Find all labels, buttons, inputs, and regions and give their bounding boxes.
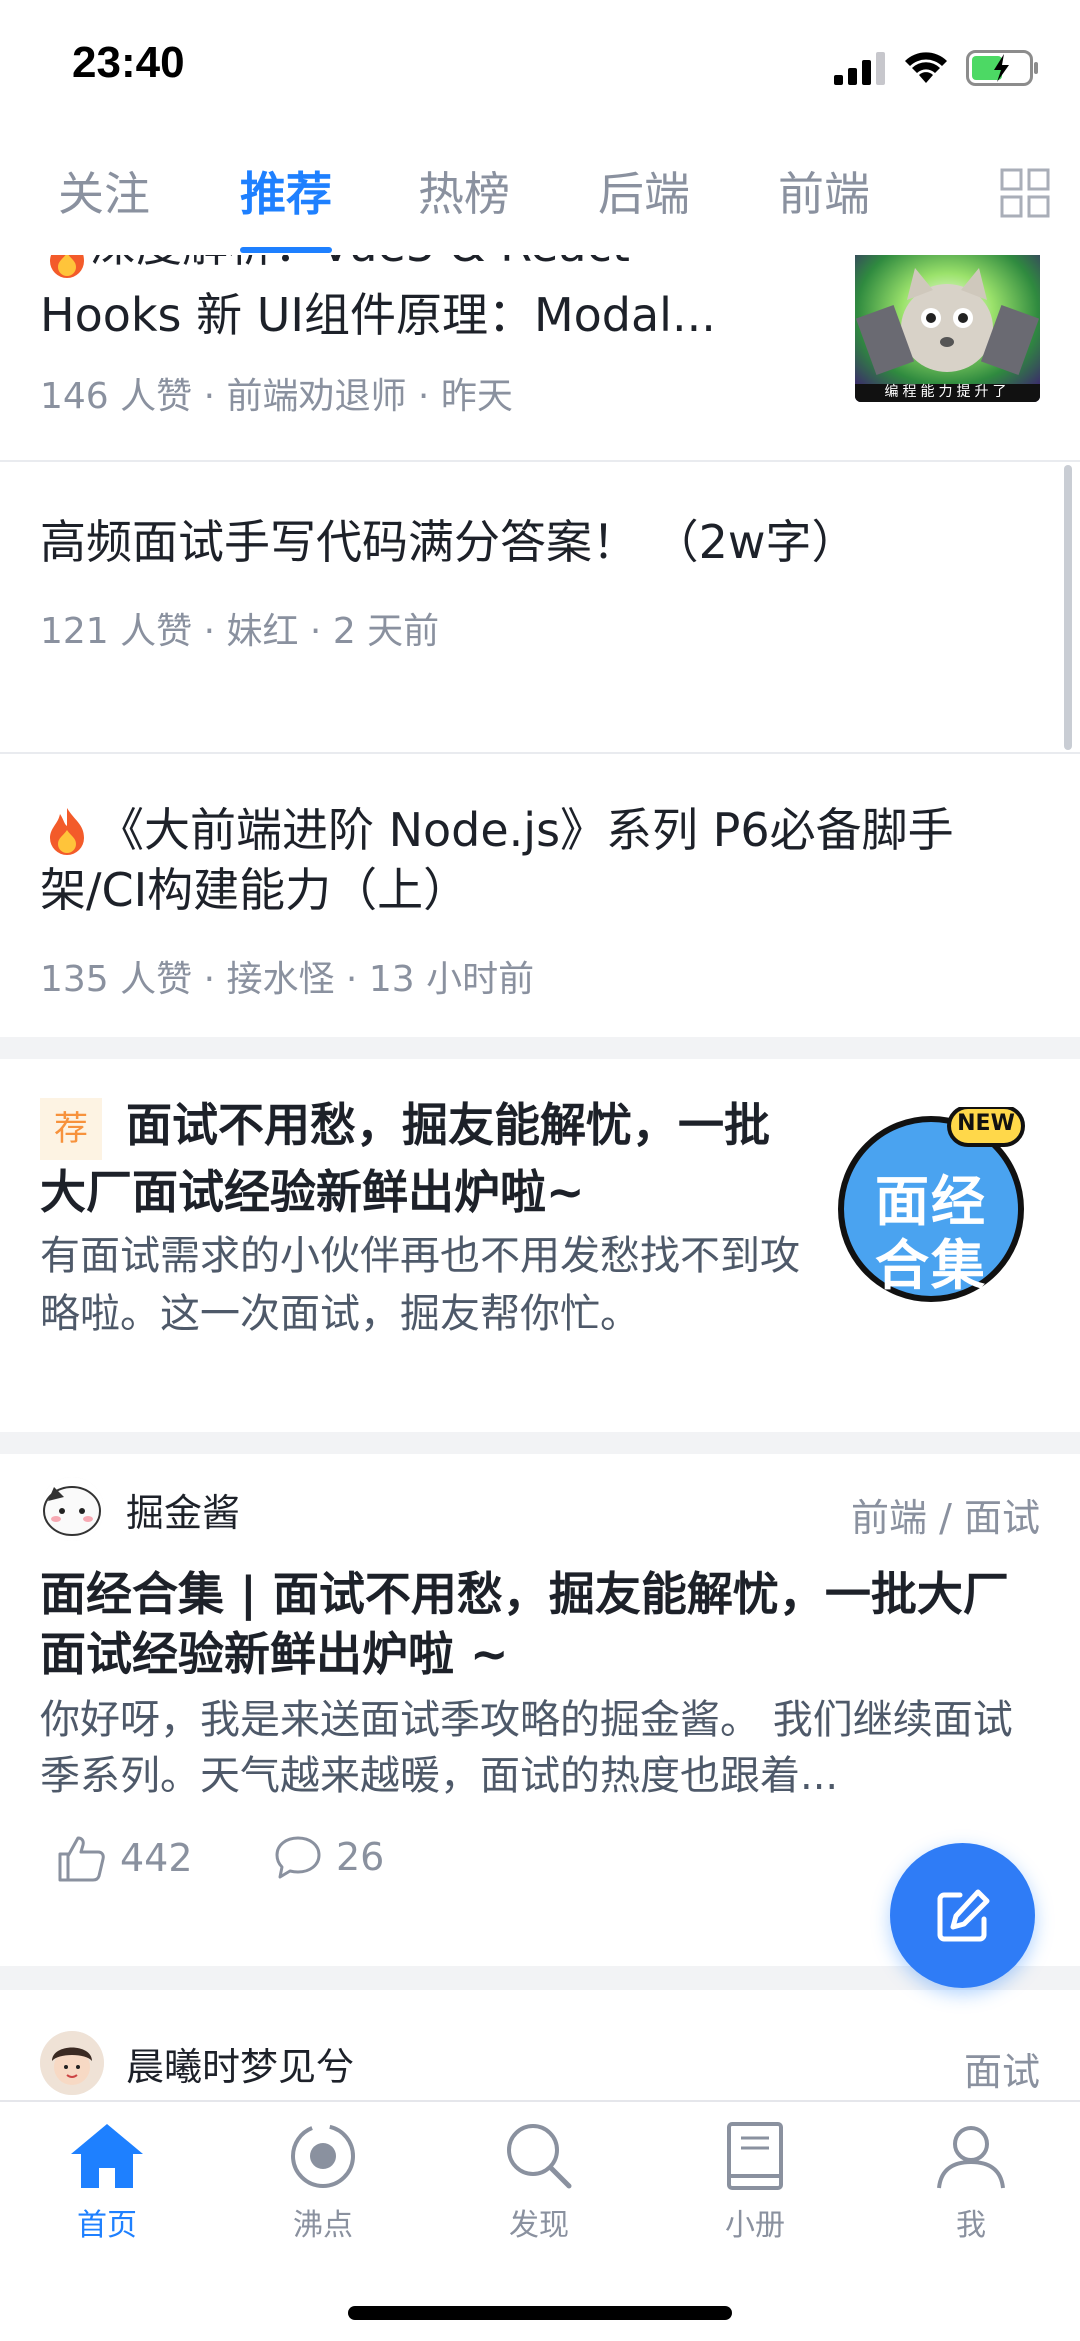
interview-collection-badge: NEW 面经 合集 xyxy=(833,1105,1029,1303)
avatar xyxy=(40,1477,104,1541)
promo-title: 荐面试不用愁，掘友能解忧，一批大厂面试经验新鲜出炉啦~ xyxy=(40,1097,770,1219)
grid-icon xyxy=(1000,168,1050,217)
promo-card[interactable]: 荐面试不用愁，掘友能解忧，一批大厂面试经验新鲜出炉啦~ 有面试需求的小伙伴再也不… xyxy=(0,1059,1080,1432)
post-title: 面经合集 | 面试不用愁，掘友能解忧，一批大厂面试经验新鲜出炉啦 ~ xyxy=(40,1567,1009,1681)
article-meta: 146 人赞 · 前端劝退师 · 昨天 xyxy=(40,376,513,417)
battery-charging-icon xyxy=(966,50,1038,86)
author-name: 掘金酱 xyxy=(126,1490,241,1535)
tab-backend[interactable]: 后端 xyxy=(598,158,690,224)
article-title: Hooks 新 UI组件原理：Modal... xyxy=(40,288,716,342)
article-title-top: 深度解析：Vue3 & React xyxy=(90,255,630,275)
wifi-icon xyxy=(905,52,947,83)
comment-count: 26 xyxy=(336,1835,385,1879)
post-author[interactable]: 晨曦时梦见兮 xyxy=(40,2028,354,2098)
category-tabs: 关注 推荐 热榜 后端 前端 xyxy=(0,130,1080,257)
cellular-signal-icon xyxy=(834,52,885,85)
search-icon xyxy=(507,2124,572,2189)
article-meta: 135 人赞 · 接水怪 · 13 小时前 xyxy=(40,959,535,1000)
category-grid-button[interactable] xyxy=(970,130,1080,255)
post-author[interactable]: 掘金酱 xyxy=(40,1474,240,1544)
avatar xyxy=(40,2031,104,2095)
nav-label: 首页 xyxy=(77,2208,137,2243)
cat-meme-image xyxy=(855,255,1040,402)
write-article-button[interactable] xyxy=(890,1843,1035,1988)
tab-recommend[interactable]: 推荐 xyxy=(240,158,332,224)
status-time: 23:40 xyxy=(72,38,185,87)
edit-icon xyxy=(937,1889,989,1941)
article-meta: 121 人赞 · 妹红 · 2 天前 xyxy=(40,611,440,652)
article-card[interactable]: 高频面试手写代码满分答案！ （2w字） 121 人赞 · 妹红 · 2 天前 xyxy=(0,462,1080,752)
article-feed: 深度解析：Vue3 & React Hooks 新 UI组件原理：Modal..… xyxy=(0,255,1080,2100)
like-count: 442 xyxy=(120,1836,193,1880)
article-card[interactable]: 深度解析：Vue3 & React Hooks 新 UI组件原理：Modal..… xyxy=(0,255,1080,460)
scrollbar[interactable] xyxy=(1064,465,1072,750)
status-icons xyxy=(834,46,1040,90)
nav-label: 沸点 xyxy=(293,2208,353,2243)
thumbs-up-icon xyxy=(58,1836,105,1882)
badge-line-2: 合集 xyxy=(875,1234,987,1297)
tab-hot[interactable]: 热榜 xyxy=(418,158,510,224)
nav-pins[interactable]: 沸点 xyxy=(258,2120,388,2244)
post-tags[interactable]: 面试 xyxy=(964,2041,1040,2096)
home-icon xyxy=(71,2124,143,2188)
tab-frontend[interactable]: 前端 xyxy=(778,158,870,224)
status-bar: 23:40 xyxy=(0,0,1080,130)
article-title: 《大前端进阶 Node.js》系列 P6必备脚手架/CI构建能力（上） xyxy=(40,803,954,917)
like-button[interactable]: 442 xyxy=(56,1834,193,1882)
nav-label: 我 xyxy=(956,2208,986,2243)
recommend-tag: 荐 xyxy=(40,1097,102,1160)
bottom-navigation: 首页 沸点 发现 小册 我 xyxy=(0,2100,1080,2341)
post-tags[interactable]: 前端 / 面试 xyxy=(851,1487,1040,1542)
article-title: 高频面试手写代码满分答案！ （2w字） xyxy=(40,515,858,569)
book-icon xyxy=(727,2122,783,2190)
comment-icon xyxy=(275,1836,321,1879)
thumbnail-caption: 编程能力提升了 xyxy=(884,384,1011,400)
user-icon xyxy=(937,2126,1005,2189)
nav-discover[interactable]: 发现 xyxy=(474,2120,604,2244)
fire-icon xyxy=(50,255,84,278)
badge-new-label: NEW xyxy=(957,1111,1015,1136)
nav-me[interactable]: 我 xyxy=(906,2120,1036,2244)
tab-follow[interactable]: 关注 xyxy=(58,158,150,224)
post-card[interactable]: 晨曦时梦见兮 面试 xyxy=(0,1990,1080,2100)
promo-description: 有面试需求的小伙伴再也不用发愁找不到攻略啦。这一次面试，掘友帮你忙。 xyxy=(40,1233,800,1337)
nav-label: 小册 xyxy=(725,2208,785,2243)
pin-icon xyxy=(291,2124,355,2188)
nav-home[interactable]: 首页 xyxy=(42,2120,172,2244)
nav-booklets[interactable]: 小册 xyxy=(690,2120,820,2244)
article-card[interactable]: 《大前端进阶 Node.js》系列 P6必备脚手架/CI构建能力（上） 135 … xyxy=(0,754,1080,1037)
nav-label: 发现 xyxy=(509,2208,569,2243)
active-tab-indicator xyxy=(240,247,332,253)
author-name: 晨曦时梦见兮 xyxy=(126,2044,355,2089)
home-indicator xyxy=(348,2306,732,2320)
article-thumbnail: 编程能力提升了 xyxy=(855,255,1040,402)
comment-button[interactable]: 26 xyxy=(274,1834,384,1880)
post-excerpt: 你好呀，我是来送面试季攻略的掘金酱。 我们继续面试季系列。天气越来越暖，面试的热… xyxy=(40,1697,1013,1799)
